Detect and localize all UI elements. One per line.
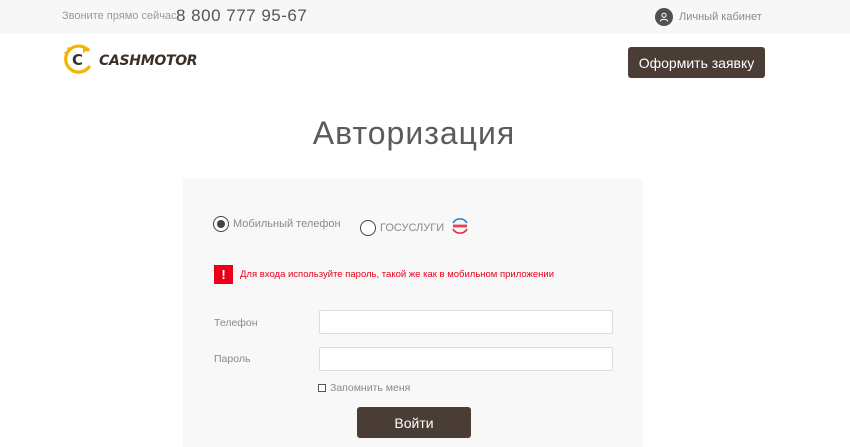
radio-gosuslugi[interactable]: ГОСУСЛУГИ [360,216,470,239]
gosuslugi-logo-icon [450,216,470,239]
alert-text: Для входа используйте пароль, такой же к… [240,269,555,280]
personal-cabinet-link[interactable]: Личный кабинет [655,7,762,27]
logo-text: CASHMOTOR [99,53,198,69]
radio-checked-icon[interactable] [213,216,229,232]
login-button[interactable]: Войти [357,407,471,438]
apply-button[interactable]: Оформить заявку [628,47,765,78]
page-title: Авторизация [312,115,516,151]
phone-label: Телефон [214,317,258,329]
remember-me[interactable]: Запомнить меня [318,382,410,394]
radio-mobile-phone[interactable]: Мобильный телефон [213,216,341,232]
logo[interactable]: C CASHMOTOR [61,42,198,81]
password-alert: ! Для входа используйте пароль, такой же… [214,265,554,284]
password-label: Пароль [214,353,251,365]
password-input[interactable] [319,347,613,371]
user-icon [655,8,673,26]
phone-input[interactable] [319,310,613,334]
auth-panel: Мобильный телефон ГОСУСЛУГИ ! Для входа … [183,179,643,447]
cashmotor-logo-icon: C [61,42,95,81]
call-label: Звоните прямо сейчас: [62,10,180,22]
radio-unchecked-icon[interactable] [360,219,376,236]
radio-mobile-label: Мобильный телефон [233,218,341,230]
svg-text:C: C [72,51,83,69]
remember-label: Запомнить меня [330,382,411,394]
remember-checkbox[interactable] [318,384,326,392]
warning-icon: ! [214,265,233,284]
radio-dot [217,220,225,228]
top-bar: Звоните прямо сейчас: 8 800 777 95-67 Ли… [0,0,850,34]
radio-gosuslugi-label: ГОСУСЛУГИ [380,221,445,234]
personal-cabinet-label: Личный кабинет [679,11,762,23]
phone-number[interactable]: 8 800 777 95-67 [176,6,307,26]
